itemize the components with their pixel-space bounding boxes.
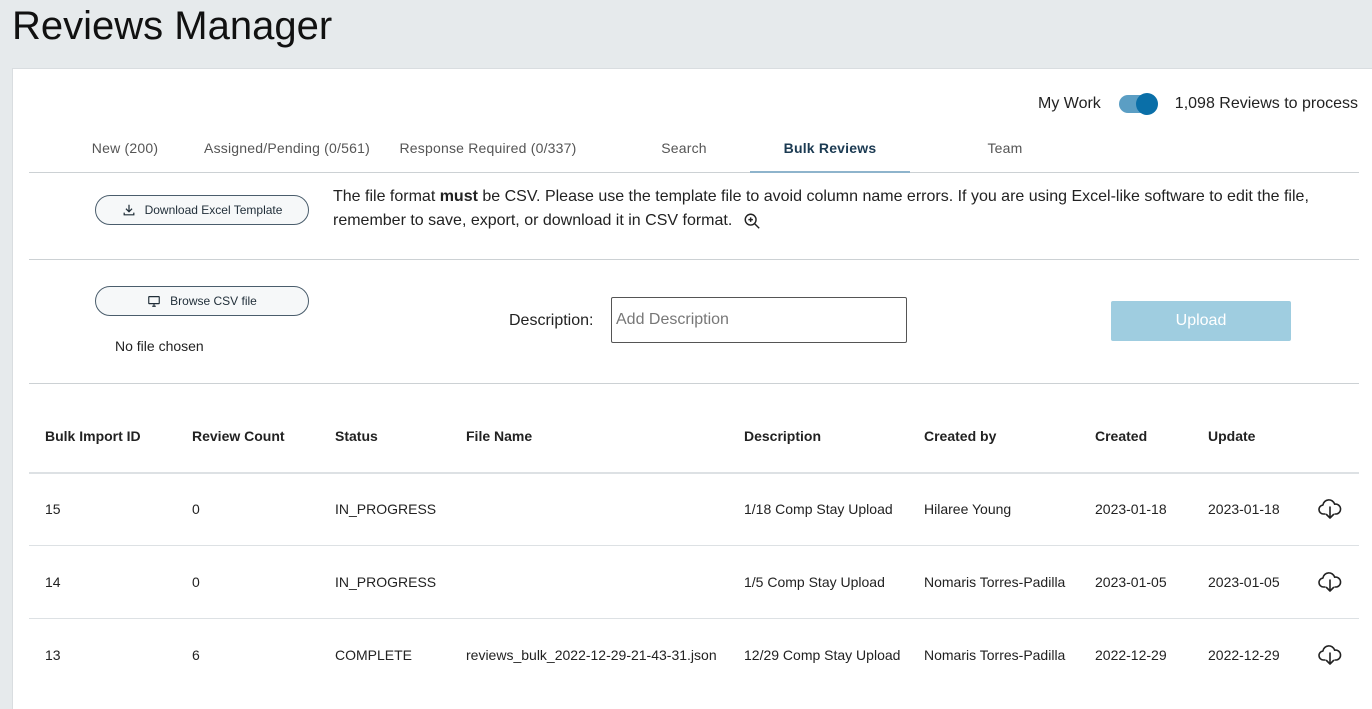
cell-status: COMPLETE [319,618,450,691]
cell-status: IN_PROGRESS [319,545,450,619]
cell-description: 1/5 Comp Stay Upload [728,545,908,619]
browse-csv-label: Browse CSV file [170,294,257,308]
tab-assigned-pending[interactable]: Assigned/Pending (0/561) [199,139,375,171]
tab-search[interactable]: Search [639,139,729,171]
download-template-label: Download Excel Template [144,203,283,217]
bulk-imports-table: Bulk Import ID Review Count Status File … [29,400,1359,691]
cell-description: 1/18 Comp Stay Upload [728,472,908,546]
upload-button[interactable]: Upload [1111,301,1291,341]
cell-action [1301,618,1359,691]
header-created-by: Created by [924,428,997,444]
cell-update: 2022-12-29 [1192,618,1301,691]
cell-file-name [450,545,728,619]
header-description: Description [744,428,822,444]
cell-count: 0 [176,472,319,546]
tab-bar: New (200) Assigned/Pending (0/561) Respo… [29,129,1359,173]
cloud-download-icon[interactable] [1317,570,1343,594]
cell-count: 6 [176,618,319,691]
monitor-icon [148,296,160,307]
tab-response-required[interactable]: Response Required (0/337) [393,139,583,171]
zoom-in-icon[interactable] [743,212,761,230]
cell-update: 2023-01-05 [1192,545,1301,619]
table-header-row: Bulk Import ID Review Count Status File … [29,400,1359,473]
my-work-label: My Work [1037,95,1101,112]
cell-created-by: Nomaris Torres-Padilla [908,545,1079,619]
my-work-toggle[interactable] [1118,93,1158,115]
cell-file-name [450,472,728,546]
tab-new[interactable]: New (200) [75,139,175,171]
header-review-count: Review Count [192,428,285,444]
cell-file-name: reviews_bulk_2022-12-29-21-43-31.json [450,618,728,691]
cell-action [1301,545,1359,619]
tab-bulk-reviews[interactable]: Bulk Reviews [750,139,910,173]
tab-team[interactable]: Team [949,139,1061,171]
cell-id: 15 [29,472,176,546]
header-status: Status [335,428,378,444]
cell-count: 0 [176,545,319,619]
main-card: My Work 1,098 Reviews to process New (20… [12,68,1372,709]
cell-created: 2023-01-05 [1079,545,1192,619]
cell-id: 13 [29,618,176,691]
description-input[interactable] [611,297,907,343]
table-row: 15 0 IN_PROGRESS 1/18 Comp Stay Upload H… [29,472,1359,546]
notice-prefix: The file format [333,188,440,205]
cell-update: 2023-01-18 [1192,472,1301,546]
cell-id: 14 [29,545,176,619]
reviews-to-process-count: 1,098 Reviews to process [1174,95,1358,112]
cloud-download-icon[interactable] [1317,643,1343,667]
description-label: Description: [509,312,594,329]
section-divider [29,259,1359,260]
header-bulk-import-id: Bulk Import ID [45,428,141,444]
my-work-control: My Work 1,098 Reviews to process [1037,93,1358,115]
header-actions [1301,400,1359,473]
cell-description: 12/29 Comp Stay Upload [728,618,908,691]
cell-created: 2023-01-18 [1079,472,1192,546]
toggle-knob [1135,93,1158,115]
cell-created: 2022-12-29 [1079,618,1192,691]
table-row: 14 0 IN_PROGRESS 1/5 Comp Stay Upload No… [29,545,1359,619]
section-divider [29,383,1359,384]
notice-suffix: be CSV. Please use the template file to … [333,188,1309,229]
download-icon [123,204,134,216]
csv-format-notice: The file format must be CSV. Please use … [333,185,1313,233]
cell-status: IN_PROGRESS [319,472,450,546]
page-title: Reviews Manager [12,4,333,48]
cell-action [1301,472,1359,546]
browse-csv-button[interactable]: Browse CSV file [95,286,309,316]
table-row: 13 6 COMPLETE reviews_bulk_2022-12-29-21… [29,618,1359,691]
header-file-name: File Name [466,428,533,444]
cell-created-by: Hilaree Young [908,472,1079,546]
no-file-chosen-text: No file chosen [115,338,204,354]
header-update: Update [1208,428,1256,444]
notice-emphasis: must [439,188,478,205]
cell-created-by: Nomaris Torres-Padilla [908,618,1079,691]
header-created: Created [1095,428,1148,444]
cloud-download-icon[interactable] [1317,497,1343,521]
download-excel-template-button[interactable]: Download Excel Template [95,195,309,225]
